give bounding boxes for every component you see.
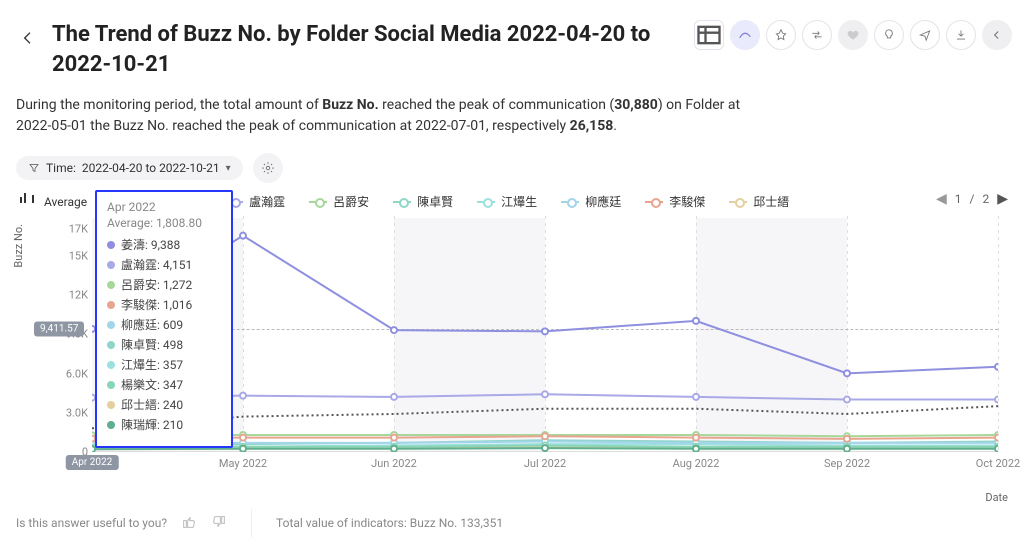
back-button[interactable] (16, 26, 40, 50)
legend-prev-button[interactable]: ◀ (936, 191, 947, 207)
collapse-button[interactable] (982, 20, 1012, 50)
summary-text: During the monitoring period, the total … (0, 87, 780, 149)
legend-pager: ◀ 1/2 ▶ (936, 191, 1008, 207)
gear-icon (261, 161, 275, 175)
chart-view-button[interactable] (730, 20, 760, 50)
pin-button[interactable] (766, 20, 796, 50)
legend-item[interactable]: 盧瀚霆 (225, 193, 285, 210)
x-axis-label: Date (985, 491, 1008, 504)
table-view-button[interactable] (694, 20, 724, 50)
compare-button[interactable] (802, 20, 832, 50)
toolbar (694, 20, 1012, 50)
legend-item[interactable]: 陳卓賢 (393, 193, 453, 210)
legend-average[interactable]: Average (20, 195, 87, 209)
legend-item[interactable]: 邱士縉 (729, 193, 789, 210)
favorite-button[interactable] (838, 20, 868, 50)
legend-item[interactable]: 呂爵安 (309, 193, 369, 210)
chart-settings-button[interactable] (253, 153, 283, 183)
total-indicators: Total value of indicators: Buzz No. 133,… (276, 516, 503, 530)
time-filter-value: 2022-04-20 to 2022-10-21 (82, 161, 220, 175)
time-filter[interactable]: Time: 2022-04-20 to 2022-10-21 ▾ (16, 156, 243, 180)
time-filter-label: Time: (46, 161, 76, 175)
legend-item[interactable]: 柳應廷 (561, 193, 621, 210)
tooltip-title: Apr 2022 (107, 200, 221, 214)
share-button[interactable] (910, 20, 940, 50)
thumbs-up-button[interactable] (181, 514, 197, 533)
thumbs-down-button[interactable] (211, 514, 227, 533)
y-axis-label: Buzz No. (12, 224, 25, 268)
page-title: The Trend of Buzz No. by Folder Social M… (52, 20, 672, 79)
filter-icon (28, 162, 40, 174)
legend-item[interactable]: 李駿傑 (645, 193, 705, 210)
chart-tooltip: Apr 2022 Average: 1,808.80 姜濤: 9,388盧瀚霆:… (95, 190, 233, 448)
legend-next-button[interactable]: ▶ (997, 191, 1008, 207)
useful-prompt: Is this answer useful to you? (16, 516, 167, 530)
chevron-down-icon: ▾ (226, 163, 231, 174)
insight-button[interactable] (874, 20, 904, 50)
bars-icon (20, 201, 38, 203)
download-button[interactable] (946, 20, 976, 50)
legend-item[interactable]: 江𤒹生 (477, 193, 537, 210)
tooltip-average: Average: 1,808.80 (107, 216, 221, 230)
